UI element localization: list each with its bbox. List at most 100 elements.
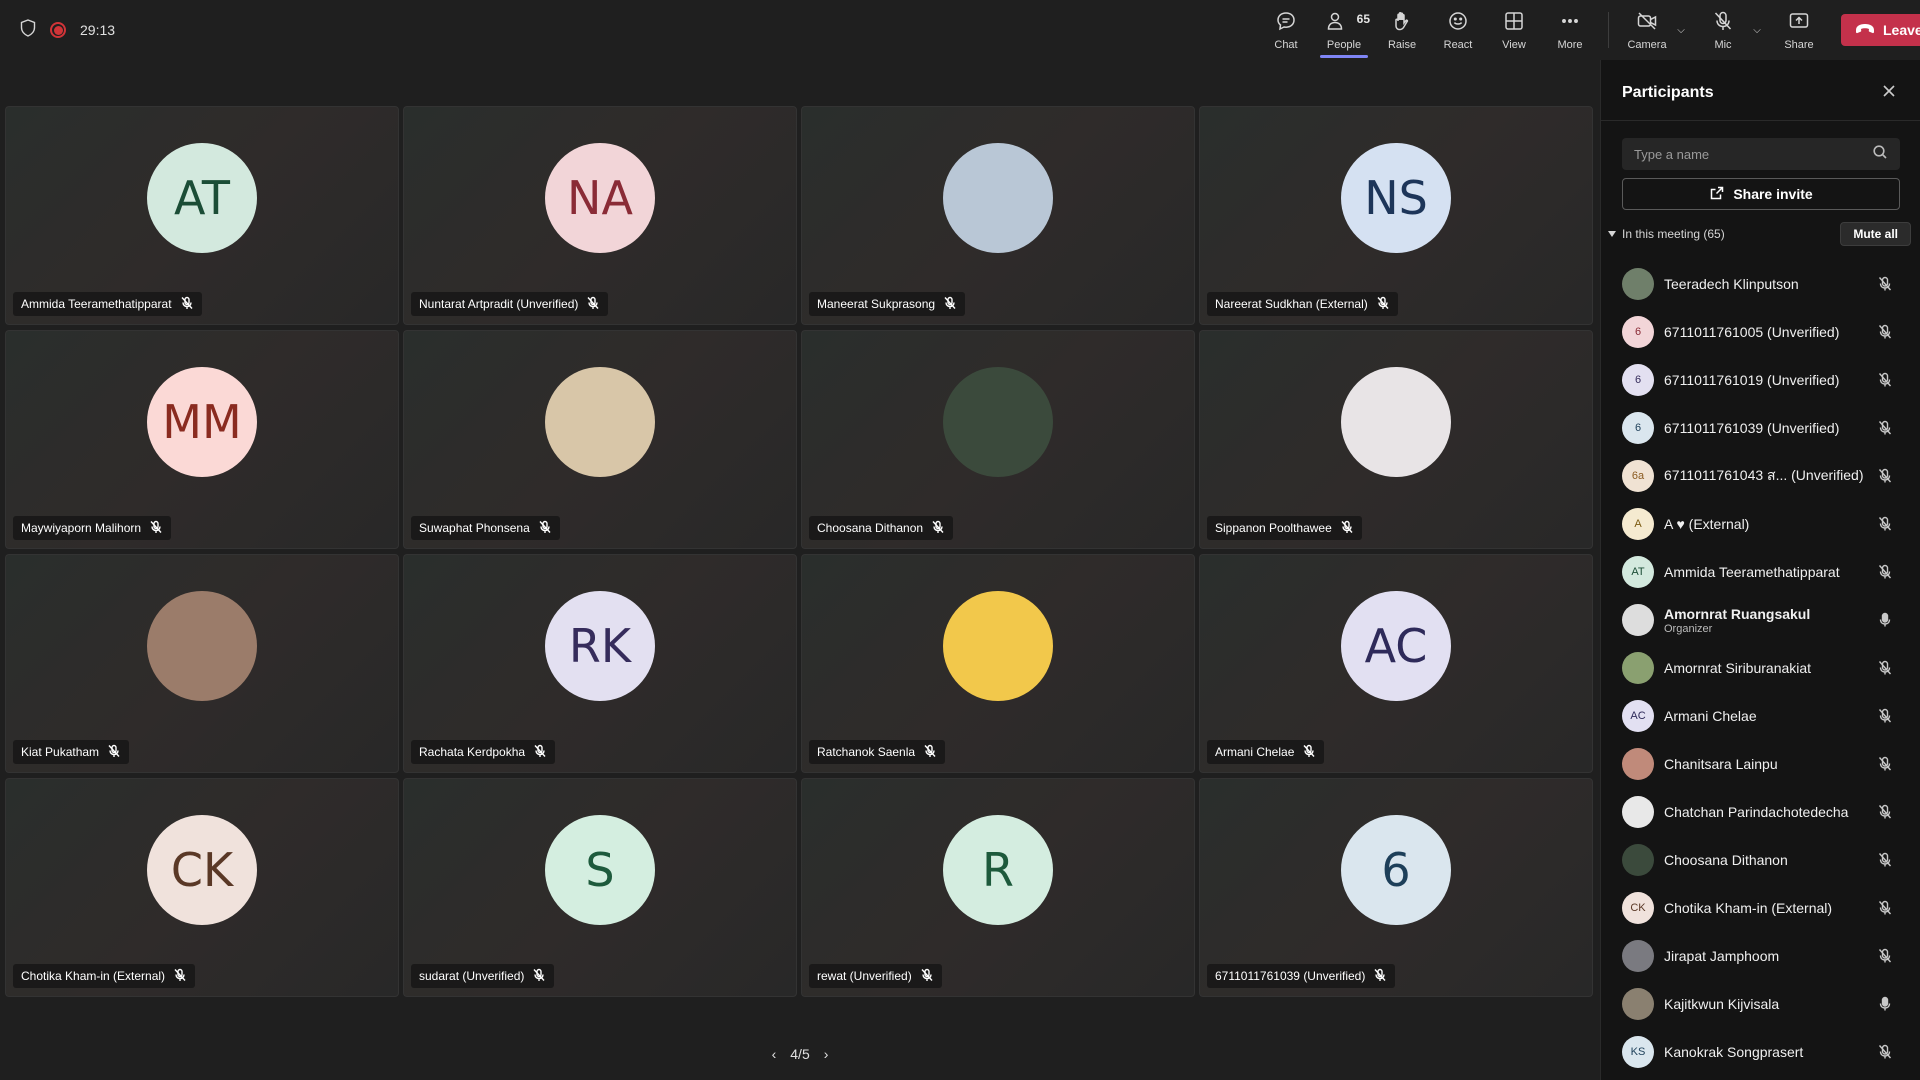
participant-row[interactable]: Amornrat Siriburanakiat <box>1601 644 1920 692</box>
chat-label: Chat <box>1274 38 1298 51</box>
participant-tile[interactable]: NA Nuntarat Artpradit (Unverified) <box>403 106 797 325</box>
participant-row[interactable]: CK Chotika Kham-in (External) <box>1601 884 1920 932</box>
more-button[interactable]: More <box>1542 0 1598 60</box>
participant-tile[interactable]: AC Armani Chelae <box>1199 554 1593 773</box>
mic-icon[interactable] <box>1877 612 1893 628</box>
mic-off-icon[interactable] <box>1877 276 1893 292</box>
participant-tile[interactable]: Sippanon Poolthawee <box>1199 330 1593 549</box>
mic-button[interactable]: Mic <box>1695 0 1751 60</box>
avatar-photo <box>1622 268 1654 300</box>
participant-row[interactable]: Amornrat Ruangsakul Organizer <box>1601 596 1920 644</box>
tile-nameplate: Maneerat Sukprasong <box>809 292 966 316</box>
mic-off-icon[interactable] <box>1877 660 1893 676</box>
participant-row[interactable]: Teeradech Klinputson <box>1601 260 1920 308</box>
mic-off-icon[interactable] <box>1877 948 1893 964</box>
participant-tile[interactable]: Maneerat Sukprasong <box>801 106 1195 325</box>
participant-tile[interactable]: Suwaphat Phonsena <box>403 330 797 549</box>
participant-row[interactable]: AT Ammida Teeramethatipparat <box>1601 548 1920 596</box>
mic-off-icon[interactable] <box>1877 1044 1893 1060</box>
participant-search <box>1622 138 1900 170</box>
participant-row[interactable]: Chanitsara Lainpu <box>1601 740 1920 788</box>
tile-nameplate: Nareerat Sudkhan (External) <box>1207 292 1398 316</box>
avatar-initials: AT <box>147 143 257 253</box>
participant-tile[interactable]: Rrewat (Unverified) <box>801 778 1195 997</box>
in-meeting-toggle[interactable]: In this meeting (65) <box>1608 227 1725 241</box>
mic-off-icon[interactable] <box>1877 852 1893 868</box>
mic-off-icon <box>1302 744 1316 761</box>
mic-options-chevron-icon[interactable]: ⌵ <box>1751 0 1763 60</box>
participant-name: Kajitkwun Kijvisala <box>1664 996 1780 1012</box>
search-input[interactable] <box>1634 146 1872 162</box>
share-button[interactable]: Share <box>1771 0 1827 60</box>
camera-options-chevron-icon[interactable]: ⌵ <box>1675 0 1687 60</box>
avatar-photo <box>545 367 655 477</box>
participant-tile[interactable]: Ratchanok Saenla <box>801 554 1195 773</box>
video-grid: AT Ammida Teeramethatipparat NA Nuntarat Ar… <box>5 106 1595 997</box>
chat-button[interactable]: Chat <box>1258 0 1314 60</box>
participant-tile[interactable]: AT Ammida Teeramethatipparat <box>5 106 399 325</box>
mic-off-icon[interactable] <box>1877 324 1893 340</box>
participant-tile[interactable]: Kiat Pukatham <box>5 554 399 773</box>
chevron-right-icon[interactable]: › <box>824 1046 829 1062</box>
mic-off-icon[interactable] <box>1877 468 1893 484</box>
participant-row[interactable]: 6 6711011761039 (Unverified) <box>1601 404 1920 452</box>
participant-name: Teeradech Klinputson <box>1664 276 1799 292</box>
tile-participant-name: Armani Chelae <box>1215 745 1295 759</box>
page-indicator: 4/5 <box>790 1046 810 1062</box>
people-label: People <box>1326 38 1362 51</box>
mic-icon[interactable] <box>1877 996 1893 1012</box>
participant-tile[interactable]: Choosana Dithanon <box>801 330 1195 549</box>
mute-all-button[interactable]: Mute all <box>1840 222 1911 246</box>
participant-row[interactable]: KS Kanokrak Songprasert <box>1601 1028 1920 1076</box>
participant-row[interactable]: Jirapat Jamphoom <box>1601 932 1920 980</box>
mic-off-icon[interactable] <box>1877 516 1893 532</box>
mic-off-icon <box>923 744 937 761</box>
participant-tile[interactable]: CK Chotika Kham-in (External) <box>5 778 399 997</box>
mic-off-icon[interactable] <box>1877 804 1893 820</box>
participant-row[interactable]: Chatchan Parindachotedecha <box>1601 788 1920 836</box>
mic-off-icon[interactable] <box>1877 708 1893 724</box>
participant-row[interactable]: 6a 6711011761043 ส... (Unverified) <box>1601 452 1920 500</box>
participant-row[interactable]: AC Armani Chelae <box>1601 692 1920 740</box>
participant-name: 6711011761005 (Unverified) <box>1664 324 1840 340</box>
participant-info: Choosana Dithanon <box>1664 852 1877 868</box>
participant-row[interactable]: 6 6711011761019 (Unverified) <box>1601 356 1920 404</box>
participant-tile[interactable]: 6 6711011761039 (Unverified) <box>1199 778 1593 997</box>
avatar-photo <box>1622 796 1654 828</box>
search-icon[interactable] <box>1872 144 1888 165</box>
participant-name: Amornrat Siriburanakiat <box>1664 660 1812 676</box>
avatar-initials: 6 <box>1622 364 1654 396</box>
tile-nameplate: 6711011761039 (Unverified) <box>1207 964 1396 988</box>
view-button[interactable]: View <box>1486 0 1542 60</box>
camera-button[interactable]: Camera <box>1619 0 1675 60</box>
leave-label: Leave <box>1883 22 1920 38</box>
tile-participant-name: Nareerat Sudkhan (External) <box>1215 297 1368 311</box>
participant-info: 6711011761043 ส... (Unverified) <box>1664 465 1877 487</box>
leave-button[interactable]: Leave <box>1841 14 1920 46</box>
chevron-left-icon[interactable]: ‹ <box>772 1046 777 1062</box>
participant-row[interactable]: A A ♥ (External) <box>1601 500 1920 548</box>
tile-nameplate: Ratchanok Saenla <box>809 740 946 764</box>
participant-row[interactable]: Choosana Dithanon <box>1601 836 1920 884</box>
participant-tile[interactable]: RK Rachata Kerdpokha <box>403 554 797 773</box>
participant-row[interactable]: Kajitkwun Kijvisala <box>1601 980 1920 1028</box>
participant-info: Teeradech Klinputson <box>1664 276 1877 292</box>
avatar-initials: AC <box>1622 700 1654 732</box>
share-screen-icon <box>1788 10 1810 35</box>
participant-tile[interactable]: MM Maywiyaporn Malihorn <box>5 330 399 549</box>
tile-nameplate: Maywiyaporn Malihorn <box>13 516 172 540</box>
mic-off-icon[interactable] <box>1877 900 1893 916</box>
raise-hand-button[interactable]: Raise <box>1374 0 1430 60</box>
participant-row[interactable]: 6 6711011761005 (Unverified) <box>1601 308 1920 356</box>
people-button[interactable]: 65 People <box>1314 0 1374 60</box>
mic-off-icon[interactable] <box>1877 372 1893 388</box>
mic-off-icon[interactable] <box>1877 756 1893 772</box>
mic-off-icon[interactable] <box>1877 564 1893 580</box>
close-icon[interactable] <box>1880 82 1898 100</box>
mic-off-icon[interactable] <box>1877 420 1893 436</box>
participant-tile[interactable]: Ssudarat (Unverified) <box>403 778 797 997</box>
share-invite-button[interactable]: Share invite <box>1622 178 1900 210</box>
participant-tile[interactable]: NS Nareerat Sudkhan (External) <box>1199 106 1593 325</box>
tile-nameplate: Suwaphat Phonsena <box>411 516 560 540</box>
react-button[interactable]: React <box>1430 0 1486 60</box>
